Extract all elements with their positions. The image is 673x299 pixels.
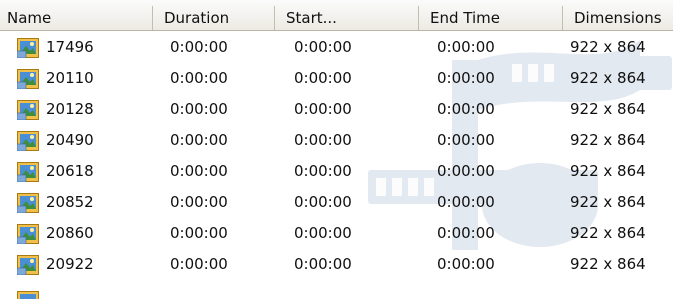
column-header-end-time[interactable]: End Time — [420, 0, 560, 30]
list-row[interactable]: 17496 0:00:00 0:00:00 0:00:00 922 x 864 — [0, 32, 673, 63]
list-row[interactable]: 20110 0:00:00 0:00:00 0:00:00 922 x 864 — [0, 63, 673, 94]
image-file-icon — [17, 69, 39, 89]
end-time-value: 0:00:00 — [437, 193, 495, 211]
column-resize-handle[interactable] — [418, 6, 419, 30]
end-time-value: 0:00:00 — [437, 255, 495, 273]
start-value: 0:00:00 — [294, 131, 352, 149]
dimensions-value: 922 x 864 — [570, 131, 646, 149]
column-header-name[interactable]: Name — [0, 0, 150, 30]
list-row-partial[interactable] — [0, 289, 673, 299]
start-value: 0:00:00 — [294, 193, 352, 211]
column-header: Name Duration Start... End Time Dimensio… — [0, 0, 673, 31]
image-file-icon — [17, 291, 39, 299]
dimensions-value: 922 x 864 — [570, 255, 646, 273]
image-file-icon — [17, 162, 39, 182]
list-row[interactable]: 20852 0:00:00 0:00:00 0:00:00 922 x 864 — [0, 187, 673, 218]
duration-value: 0:00:00 — [170, 131, 228, 149]
end-time-value: 0:00:00 — [437, 38, 495, 56]
column-header-dimensions[interactable]: Dimensions — [564, 0, 673, 30]
duration-value: 0:00:00 — [170, 100, 228, 118]
image-file-icon — [17, 131, 39, 151]
start-value: 0:00:00 — [294, 224, 352, 242]
column-header-start[interactable]: Start... — [276, 0, 416, 30]
dimensions-value: 922 x 864 — [570, 69, 646, 87]
column-resize-handle[interactable] — [152, 6, 153, 30]
image-file-icon — [17, 193, 39, 213]
dimensions-value: 922 x 864 — [570, 38, 646, 56]
dimensions-value: 922 x 864 — [570, 224, 646, 242]
file-name: 20128 — [46, 100, 94, 118]
column-header-start-label: Start... — [286, 9, 337, 27]
dimensions-value: 922 x 864 — [570, 162, 646, 180]
image-file-icon — [17, 224, 39, 244]
end-time-value: 0:00:00 — [437, 100, 495, 118]
duration-value: 0:00:00 — [170, 193, 228, 211]
file-name: 20110 — [46, 69, 94, 87]
duration-value: 0:00:00 — [170, 224, 228, 242]
dimensions-value: 922 x 864 — [570, 193, 646, 211]
start-value: 0:00:00 — [294, 162, 352, 180]
end-time-value: 0:00:00 — [437, 131, 495, 149]
dimensions-value: 922 x 864 — [570, 100, 646, 118]
duration-value: 0:00:00 — [170, 69, 228, 87]
list-row[interactable]: 20128 0:00:00 0:00:00 0:00:00 922 x 864 — [0, 94, 673, 125]
start-value: 0:00:00 — [294, 255, 352, 273]
list-row[interactable]: 20922 0:00:00 0:00:00 0:00:00 922 x 864 — [0, 249, 673, 280]
file-name: 20860 — [46, 224, 94, 242]
start-value: 0:00:00 — [294, 38, 352, 56]
duration-value: 0:00:00 — [170, 162, 228, 180]
file-name: 20490 — [46, 131, 94, 149]
duration-value: 0:00:00 — [170, 38, 228, 56]
file-name: 17496 — [46, 38, 94, 56]
file-name: 20922 — [46, 255, 94, 273]
end-time-value: 0:00:00 — [437, 69, 495, 87]
start-value: 0:00:00 — [294, 100, 352, 118]
column-resize-handle[interactable] — [274, 6, 275, 30]
column-header-duration[interactable]: Duration — [154, 0, 272, 30]
column-resize-handle[interactable] — [562, 6, 563, 30]
image-file-icon — [17, 38, 39, 58]
image-file-icon — [17, 100, 39, 120]
list-row[interactable]: 20860 0:00:00 0:00:00 0:00:00 922 x 864 — [0, 218, 673, 249]
file-name: 20852 — [46, 193, 94, 211]
image-file-icon — [17, 255, 39, 275]
file-name: 20618 — [46, 162, 94, 180]
list-row[interactable]: 20618 0:00:00 0:00:00 0:00:00 922 x 864 — [0, 156, 673, 187]
end-time-value: 0:00:00 — [437, 224, 495, 242]
duration-value: 0:00:00 — [170, 255, 228, 273]
start-value: 0:00:00 — [294, 69, 352, 87]
end-time-value: 0:00:00 — [437, 162, 495, 180]
list-row[interactable]: 20490 0:00:00 0:00:00 0:00:00 922 x 864 — [0, 125, 673, 156]
